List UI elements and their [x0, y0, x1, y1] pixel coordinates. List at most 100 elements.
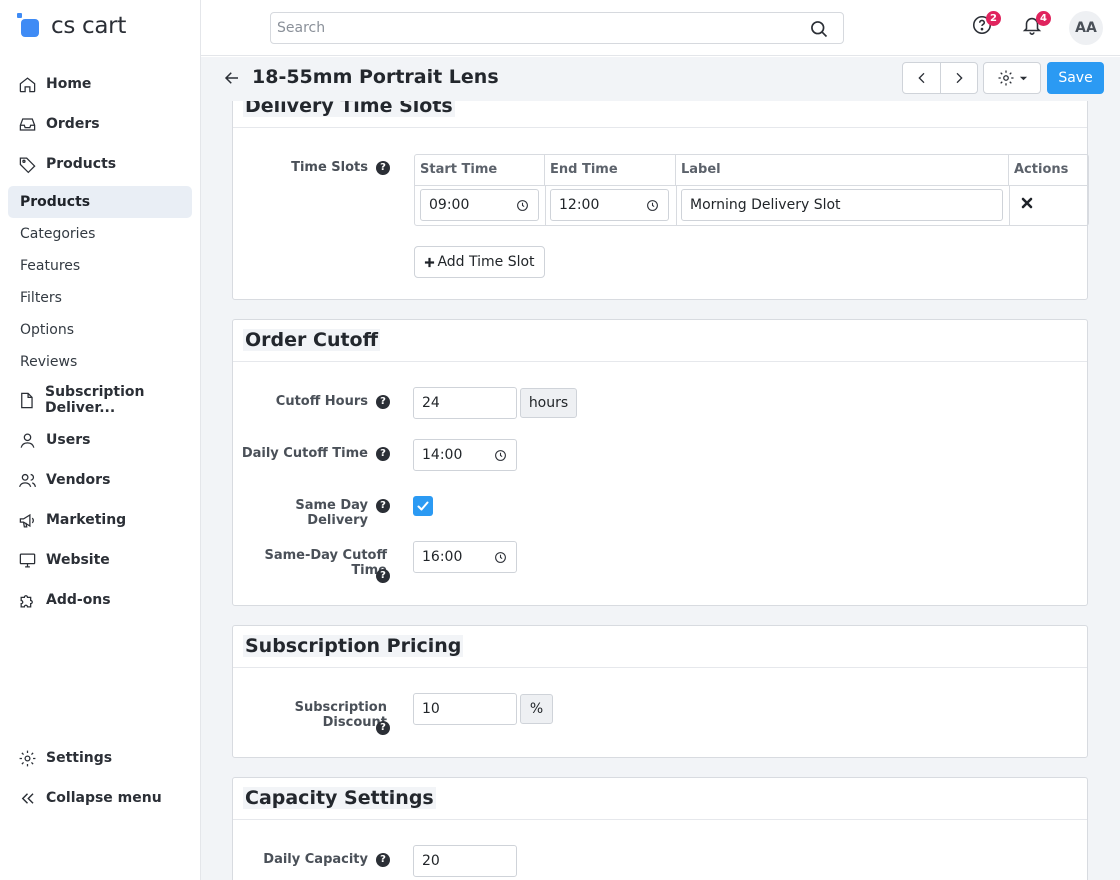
sidebar-item-addons[interactable]: Add-ons	[8, 582, 192, 618]
sidebar-subitem-products[interactable]: Products	[8, 186, 192, 218]
home-icon	[17, 74, 37, 94]
sidebar-nav: Home Orders Products Products Categories…	[8, 66, 192, 622]
plus-icon	[425, 257, 435, 267]
help-icon[interactable]: ?	[376, 447, 390, 461]
sidebar-item-vendors[interactable]: Vendors	[8, 462, 192, 498]
column-header-actions: Actions	[1014, 162, 1069, 177]
same-day-delivery-checkbox[interactable]	[413, 496, 433, 516]
sidebar-subitem-options[interactable]: Options	[8, 314, 192, 346]
help-icon[interactable]: ?	[376, 395, 390, 409]
search-box	[270, 12, 844, 44]
end-time-input[interactable]: 12:00	[550, 189, 669, 221]
help-button[interactable]: 2	[971, 11, 1001, 38]
add-time-slot-label: Add Time Slot	[437, 254, 535, 270]
cutoff-hours-value: 24	[422, 395, 440, 411]
logo[interactable]: cs cart	[17, 12, 126, 40]
monitor-icon	[17, 550, 37, 570]
chevron-right-icon	[956, 72, 963, 84]
sidebar-item-settings[interactable]: Settings	[8, 740, 192, 776]
daily-capacity-value: 20	[422, 853, 440, 869]
end-time-value: 12:00	[559, 197, 600, 213]
slot-label-input[interactable]: Morning Delivery Slot	[681, 189, 1003, 221]
column-header-start-time: Start Time	[415, 155, 545, 185]
page-title: 18-55mm Portrait Lens	[252, 66, 499, 88]
settings-dropdown-button[interactable]	[983, 62, 1041, 94]
clock-icon[interactable]	[494, 449, 507, 462]
help-icon[interactable]: ?	[376, 721, 390, 735]
avatar[interactable]: AA	[1069, 11, 1103, 45]
topbar: 2 4 AA	[201, 0, 1120, 56]
prev-button[interactable]	[903, 63, 940, 93]
help-icon[interactable]: ?	[376, 853, 390, 867]
daily-cutoff-time-label: Daily Cutoff Time	[241, 446, 368, 461]
start-time-input[interactable]: 09:00	[420, 189, 539, 221]
slot-label-value: Morning Delivery Slot	[690, 197, 841, 213]
sidebar-item-products[interactable]: Products	[8, 146, 192, 182]
column-header-end-time: End Time	[545, 155, 676, 185]
sidebar-item-subscription-delivery[interactable]: Subscription Deliver...	[8, 382, 192, 418]
same-day-cutoff-time-label: Same-Day Cutoff Time	[264, 548, 387, 578]
sidebar: cs cart Home Orders Products Products Ca…	[0, 0, 201, 880]
back-arrow-icon[interactable]	[223, 69, 241, 87]
time-slots-table: Start Time End Time Label Actions 09:00 …	[414, 154, 1089, 226]
sidebar-item-label: Vendors	[46, 472, 111, 488]
same-day-cutoff-time-value: 16:00	[422, 549, 463, 565]
table-divider	[1009, 185, 1010, 226]
section-divider	[233, 819, 1087, 820]
sidebar-item-label: Products	[46, 156, 117, 172]
main-content: Delivery Time Slots Time Slots ? Start T…	[201, 101, 1120, 880]
clock-icon[interactable]	[646, 199, 659, 212]
search-input[interactable]	[271, 13, 791, 43]
subscription-discount-input[interactable]: 10	[413, 693, 517, 725]
sidebar-item-website[interactable]: Website	[8, 542, 192, 578]
help-icon[interactable]: ?	[376, 499, 390, 513]
sidebar-subitem-categories[interactable]: Categories	[8, 218, 192, 250]
sidebar-item-users[interactable]: Users	[8, 422, 192, 458]
save-button[interactable]: Save	[1047, 62, 1104, 94]
caret-down-icon	[1019, 76, 1027, 80]
section-divider	[233, 667, 1087, 668]
daily-cutoff-time-input[interactable]: 14:00	[413, 439, 517, 471]
remove-icon[interactable]	[1021, 197, 1033, 209]
sidebar-item-label: Settings	[46, 750, 113, 766]
section-title: Capacity Settings	[243, 787, 436, 809]
sidebar-collapse-menu[interactable]: Collapse menu	[8, 780, 192, 816]
help-icon[interactable]: ?	[376, 161, 390, 175]
cutoff-hours-input[interactable]: 24	[413, 387, 517, 419]
next-button[interactable]	[940, 63, 977, 93]
sidebar-subitem-reviews[interactable]: Reviews	[8, 346, 192, 378]
clock-icon[interactable]	[516, 199, 529, 212]
logo-icon	[17, 13, 41, 39]
add-time-slot-button[interactable]: Add Time Slot	[414, 246, 545, 278]
page-header: 18-55mm Portrait Lens Save	[201, 57, 1120, 101]
order-cutoff-section: Order Cutoff Cutoff Hours ? 24 hours Dai…	[232, 319, 1088, 606]
chevrons-left-icon	[17, 788, 37, 808]
notifications-badge: 4	[1036, 11, 1051, 26]
sidebar-item-label: Website	[46, 552, 110, 568]
megaphone-icon	[17, 510, 37, 530]
table-divider	[676, 185, 677, 226]
time-slots-label: Time Slots	[291, 160, 368, 175]
section-divider	[233, 127, 1087, 128]
sidebar-item-marketing[interactable]: Marketing	[8, 502, 192, 538]
help-badge: 2	[986, 11, 1001, 26]
help-icon[interactable]: ?	[376, 569, 390, 583]
notifications-button[interactable]: 4	[1021, 11, 1051, 38]
start-time-value: 09:00	[429, 197, 470, 213]
sidebar-item-home[interactable]: Home	[8, 66, 192, 102]
tag-icon	[17, 154, 37, 174]
sidebar-subitem-filters[interactable]: Filters	[8, 282, 192, 314]
sidebar-item-orders[interactable]: Orders	[8, 106, 192, 142]
sidebar-item-label: Home	[46, 76, 92, 92]
clock-icon[interactable]	[494, 551, 507, 564]
document-icon	[17, 390, 36, 410]
sidebar-subitem-features[interactable]: Features	[8, 250, 192, 282]
puzzle-icon	[17, 590, 37, 610]
same-day-cutoff-time-input[interactable]: 16:00	[413, 541, 517, 573]
daily-capacity-input[interactable]: 20	[413, 845, 517, 877]
column-header-label: Label	[676, 155, 1009, 185]
sidebar-item-label: Subscription Deliver...	[45, 384, 145, 416]
logo-text: cs cart	[51, 13, 127, 39]
chevron-left-icon	[917, 72, 924, 84]
search-icon[interactable]	[809, 19, 829, 39]
